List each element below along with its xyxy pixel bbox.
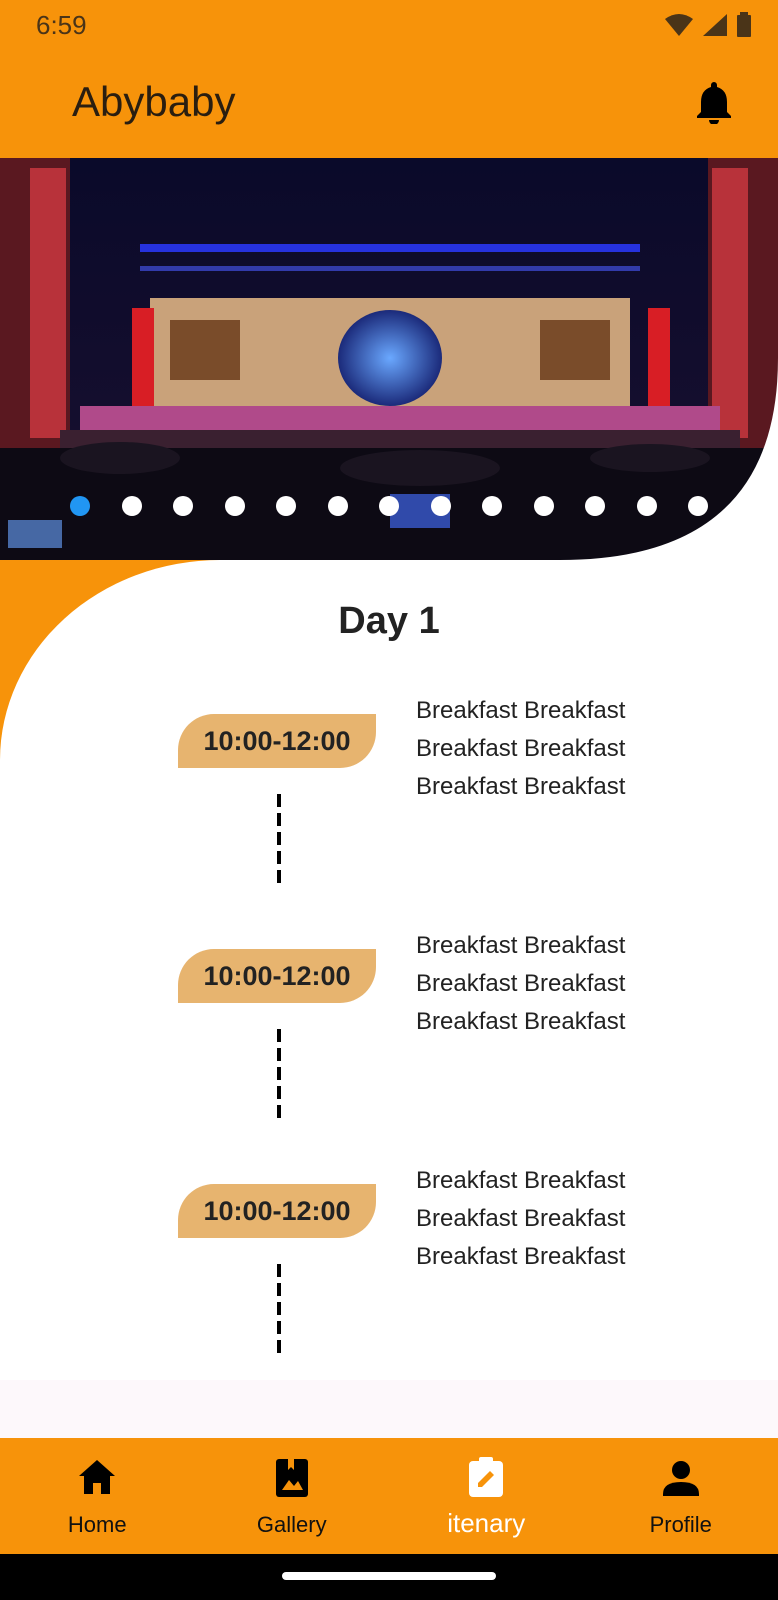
status-time: 6:59 xyxy=(36,10,87,40)
home-gesture-handle[interactable] xyxy=(282,1572,496,1580)
nav-item-itenary[interactable]: itenary xyxy=(389,1438,584,1554)
entry-description: Breakfast Breakfast Breakfast Breakfast … xyxy=(416,692,706,806)
description-line: Breakfast Breakfast xyxy=(416,1167,626,1194)
profile-icon xyxy=(662,1461,699,1496)
nav-label: Home xyxy=(67,1512,127,1537)
carousel-dot[interactable] xyxy=(173,496,193,516)
carousel-dot[interactable] xyxy=(585,496,605,516)
description-line: Breakfast Breakfast xyxy=(416,697,626,724)
carousel-dot[interactable] xyxy=(533,496,554,516)
description-line: Breakfast Breakfast xyxy=(416,1243,626,1270)
signal-icon xyxy=(703,14,727,36)
carousel-dot[interactable] xyxy=(224,496,245,516)
entry-description: Breakfast Breakfast Breakfast Breakfast … xyxy=(416,927,706,1041)
timeline-connector xyxy=(277,794,281,886)
battery-icon xyxy=(737,12,751,37)
description-line: Breakfast Breakfast xyxy=(416,1008,626,1035)
description-line: Breakfast Breakfast xyxy=(416,932,626,959)
description-line: Breakfast Breakfast xyxy=(416,1205,626,1232)
app-title: Abybaby xyxy=(72,78,236,125)
itinerary-card: Day 1 10:00-12:00 Breakfast Breakfast Br… xyxy=(0,560,778,1380)
itinerary-entry[interactable]: 10:00-12:00 Breakfast Breakfast Breakfas… xyxy=(0,927,778,1162)
description-line: Breakfast Breakfast xyxy=(416,735,626,762)
time-badge: 10:00-12:00 xyxy=(178,1184,376,1238)
carousel-dot[interactable] xyxy=(327,496,348,516)
gallery-icon xyxy=(275,1459,308,1497)
nav-item-profile[interactable]: Profile xyxy=(584,1438,778,1554)
carousel-indicators xyxy=(70,496,708,516)
description-line: Breakfast Breakfast xyxy=(416,970,626,997)
carousel-dot[interactable] xyxy=(276,496,296,516)
itinerary-entry[interactable]: 10:00-12:00 Breakfast Breakfast Breakfas… xyxy=(0,692,778,927)
status-bar: 6:59 xyxy=(0,0,778,48)
nav-label: Profile xyxy=(649,1512,712,1537)
timeline-connector xyxy=(277,1264,281,1356)
nav-item-home[interactable]: Home xyxy=(0,1438,195,1554)
nav-item-gallery[interactable]: Gallery xyxy=(195,1438,390,1554)
entry-description: Breakfast Breakfast Breakfast Breakfast … xyxy=(416,1162,706,1276)
time-badge: 10:00-12:00 xyxy=(178,714,376,768)
itinerary-section: Day 1 10:00-12:00 Breakfast Breakfast Br… xyxy=(0,560,778,1380)
itinerary-entry[interactable]: 10:00-12:00 Breakfast Breakfast Breakfas… xyxy=(0,1162,778,1397)
home-icon xyxy=(79,1460,116,1494)
hero-carousel[interactable] xyxy=(0,158,778,560)
status-icons xyxy=(664,12,752,38)
day-title: Day 1 xyxy=(338,600,440,642)
carousel-dot[interactable] xyxy=(70,496,90,516)
description-line: Breakfast Breakfast xyxy=(416,773,626,800)
carousel-dot[interactable] xyxy=(121,496,142,516)
bottom-navigation: Home Gallery itenary Profile xyxy=(0,1438,778,1554)
carousel-dot[interactable] xyxy=(379,496,399,516)
itinerary-icon xyxy=(469,1457,504,1497)
app-bar: Abybaby xyxy=(0,48,778,158)
notification-bell-icon[interactable] xyxy=(694,80,734,124)
carousel-dot[interactable] xyxy=(636,496,657,516)
nav-label: itenary xyxy=(447,1508,526,1538)
carousel-dot[interactable] xyxy=(430,496,451,516)
nav-label: Gallery xyxy=(256,1512,327,1537)
carousel-dot[interactable] xyxy=(482,496,502,516)
system-gesture-bar xyxy=(0,1554,778,1600)
carousel-dot[interactable] xyxy=(688,496,708,516)
wifi-icon xyxy=(665,14,693,36)
timeline-connector xyxy=(277,1029,281,1121)
time-badge: 10:00-12:00 xyxy=(178,949,376,1003)
